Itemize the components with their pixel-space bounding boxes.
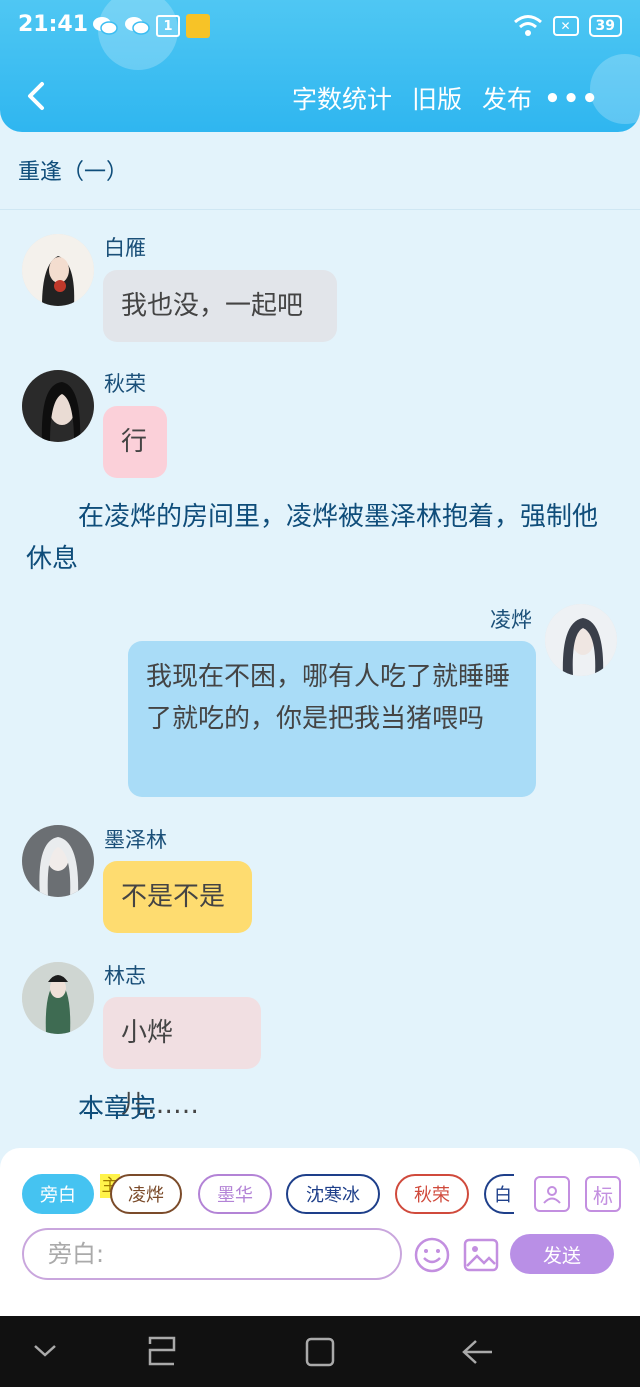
message-bubble[interactable]: 小烨儿…… xyxy=(103,997,261,1120)
image-icon[interactable] xyxy=(462,1236,500,1274)
avatar[interactable] xyxy=(22,962,94,1034)
home-icon[interactable] xyxy=(304,1336,336,1368)
battery-indicator: 39 xyxy=(588,15,622,37)
profile-icon[interactable] xyxy=(534,1176,570,1212)
nav-bar: 字数统计 旧版 发布 ••• xyxy=(0,68,640,128)
avatar[interactable] xyxy=(22,370,94,442)
sender-name: 秋荣 xyxy=(104,372,146,396)
chevron-left-icon xyxy=(28,82,44,110)
system-nav-bar xyxy=(0,1316,640,1387)
send-button[interactable]: 发送 xyxy=(510,1234,614,1274)
wechat-icon xyxy=(92,14,118,38)
sender-name: 墨泽林 xyxy=(104,828,167,852)
emoji-icon[interactable] xyxy=(413,1236,451,1274)
message-bubble[interactable]: 我现在不困，哪有人吃了就睡睡了就吃的，你是把我当猪喂吗 xyxy=(128,641,536,797)
message-bubble[interactable]: 我也没，一起吧 xyxy=(103,270,337,342)
more-button[interactable]: ••• xyxy=(544,84,600,114)
sender-name: 林志 xyxy=(104,964,146,988)
chip-character[interactable]: 沈寒冰 xyxy=(286,1174,380,1214)
avatar[interactable] xyxy=(22,234,94,306)
chapter-title-bar[interactable]: 重逢（一） xyxy=(0,132,640,210)
chip-character[interactable]: 墨华 xyxy=(198,1174,272,1214)
chip-character[interactable]: 凌烨 xyxy=(110,1174,182,1214)
narration-text[interactable]: 本章完 xyxy=(78,1088,156,1130)
sender-name: 凌烨 xyxy=(490,608,532,632)
app-header: 21:41 1 ✕ 39 字数统计 旧版 发布 ••• xyxy=(0,0,640,132)
chip-narrator[interactable]: 旁白 xyxy=(22,1174,94,1214)
recent-apps-icon[interactable] xyxy=(146,1336,178,1366)
publish-button[interactable]: 发布 xyxy=(482,80,532,116)
back-button[interactable] xyxy=(22,76,52,116)
message-input[interactable]: 旁白: xyxy=(22,1228,402,1280)
message-bubble[interactable]: 行 xyxy=(103,406,167,478)
sender-name: 白雁 xyxy=(104,236,146,260)
old-version-button[interactable]: 旧版 xyxy=(412,80,462,116)
chapter-title: 重逢（一） xyxy=(18,160,129,185)
chip-character[interactable]: 白 xyxy=(484,1174,514,1214)
wifi-icon xyxy=(513,15,542,36)
chip-character[interactable]: 秋荣 xyxy=(395,1174,469,1214)
word-count-button[interactable]: 字数统计 xyxy=(292,80,392,116)
sim-badge: 1 xyxy=(156,15,180,37)
status-bar: 21:41 1 ✕ 39 xyxy=(0,0,640,56)
wechat-icon xyxy=(124,14,150,38)
message-bubble[interactable]: 不是不是 xyxy=(103,861,252,933)
avatar[interactable] xyxy=(22,825,94,897)
status-time: 21:41 xyxy=(18,12,89,37)
notification-icon xyxy=(186,14,210,38)
back-arrow-icon[interactable] xyxy=(460,1338,494,1366)
narration-text[interactable]: 在凌烨的房间里，凌烨被墨泽林抱着，强制他休息 xyxy=(26,496,606,580)
composer-panel: 旁白 主 凌烨 墨华 沈寒冰 秋荣 白 标 旁白: 发送 xyxy=(0,1148,640,1316)
tag-button[interactable]: 标 xyxy=(585,1176,621,1212)
no-sim-icon: ✕ xyxy=(552,16,579,36)
avatar[interactable] xyxy=(545,604,617,676)
chevron-down-icon[interactable] xyxy=(32,1340,58,1360)
